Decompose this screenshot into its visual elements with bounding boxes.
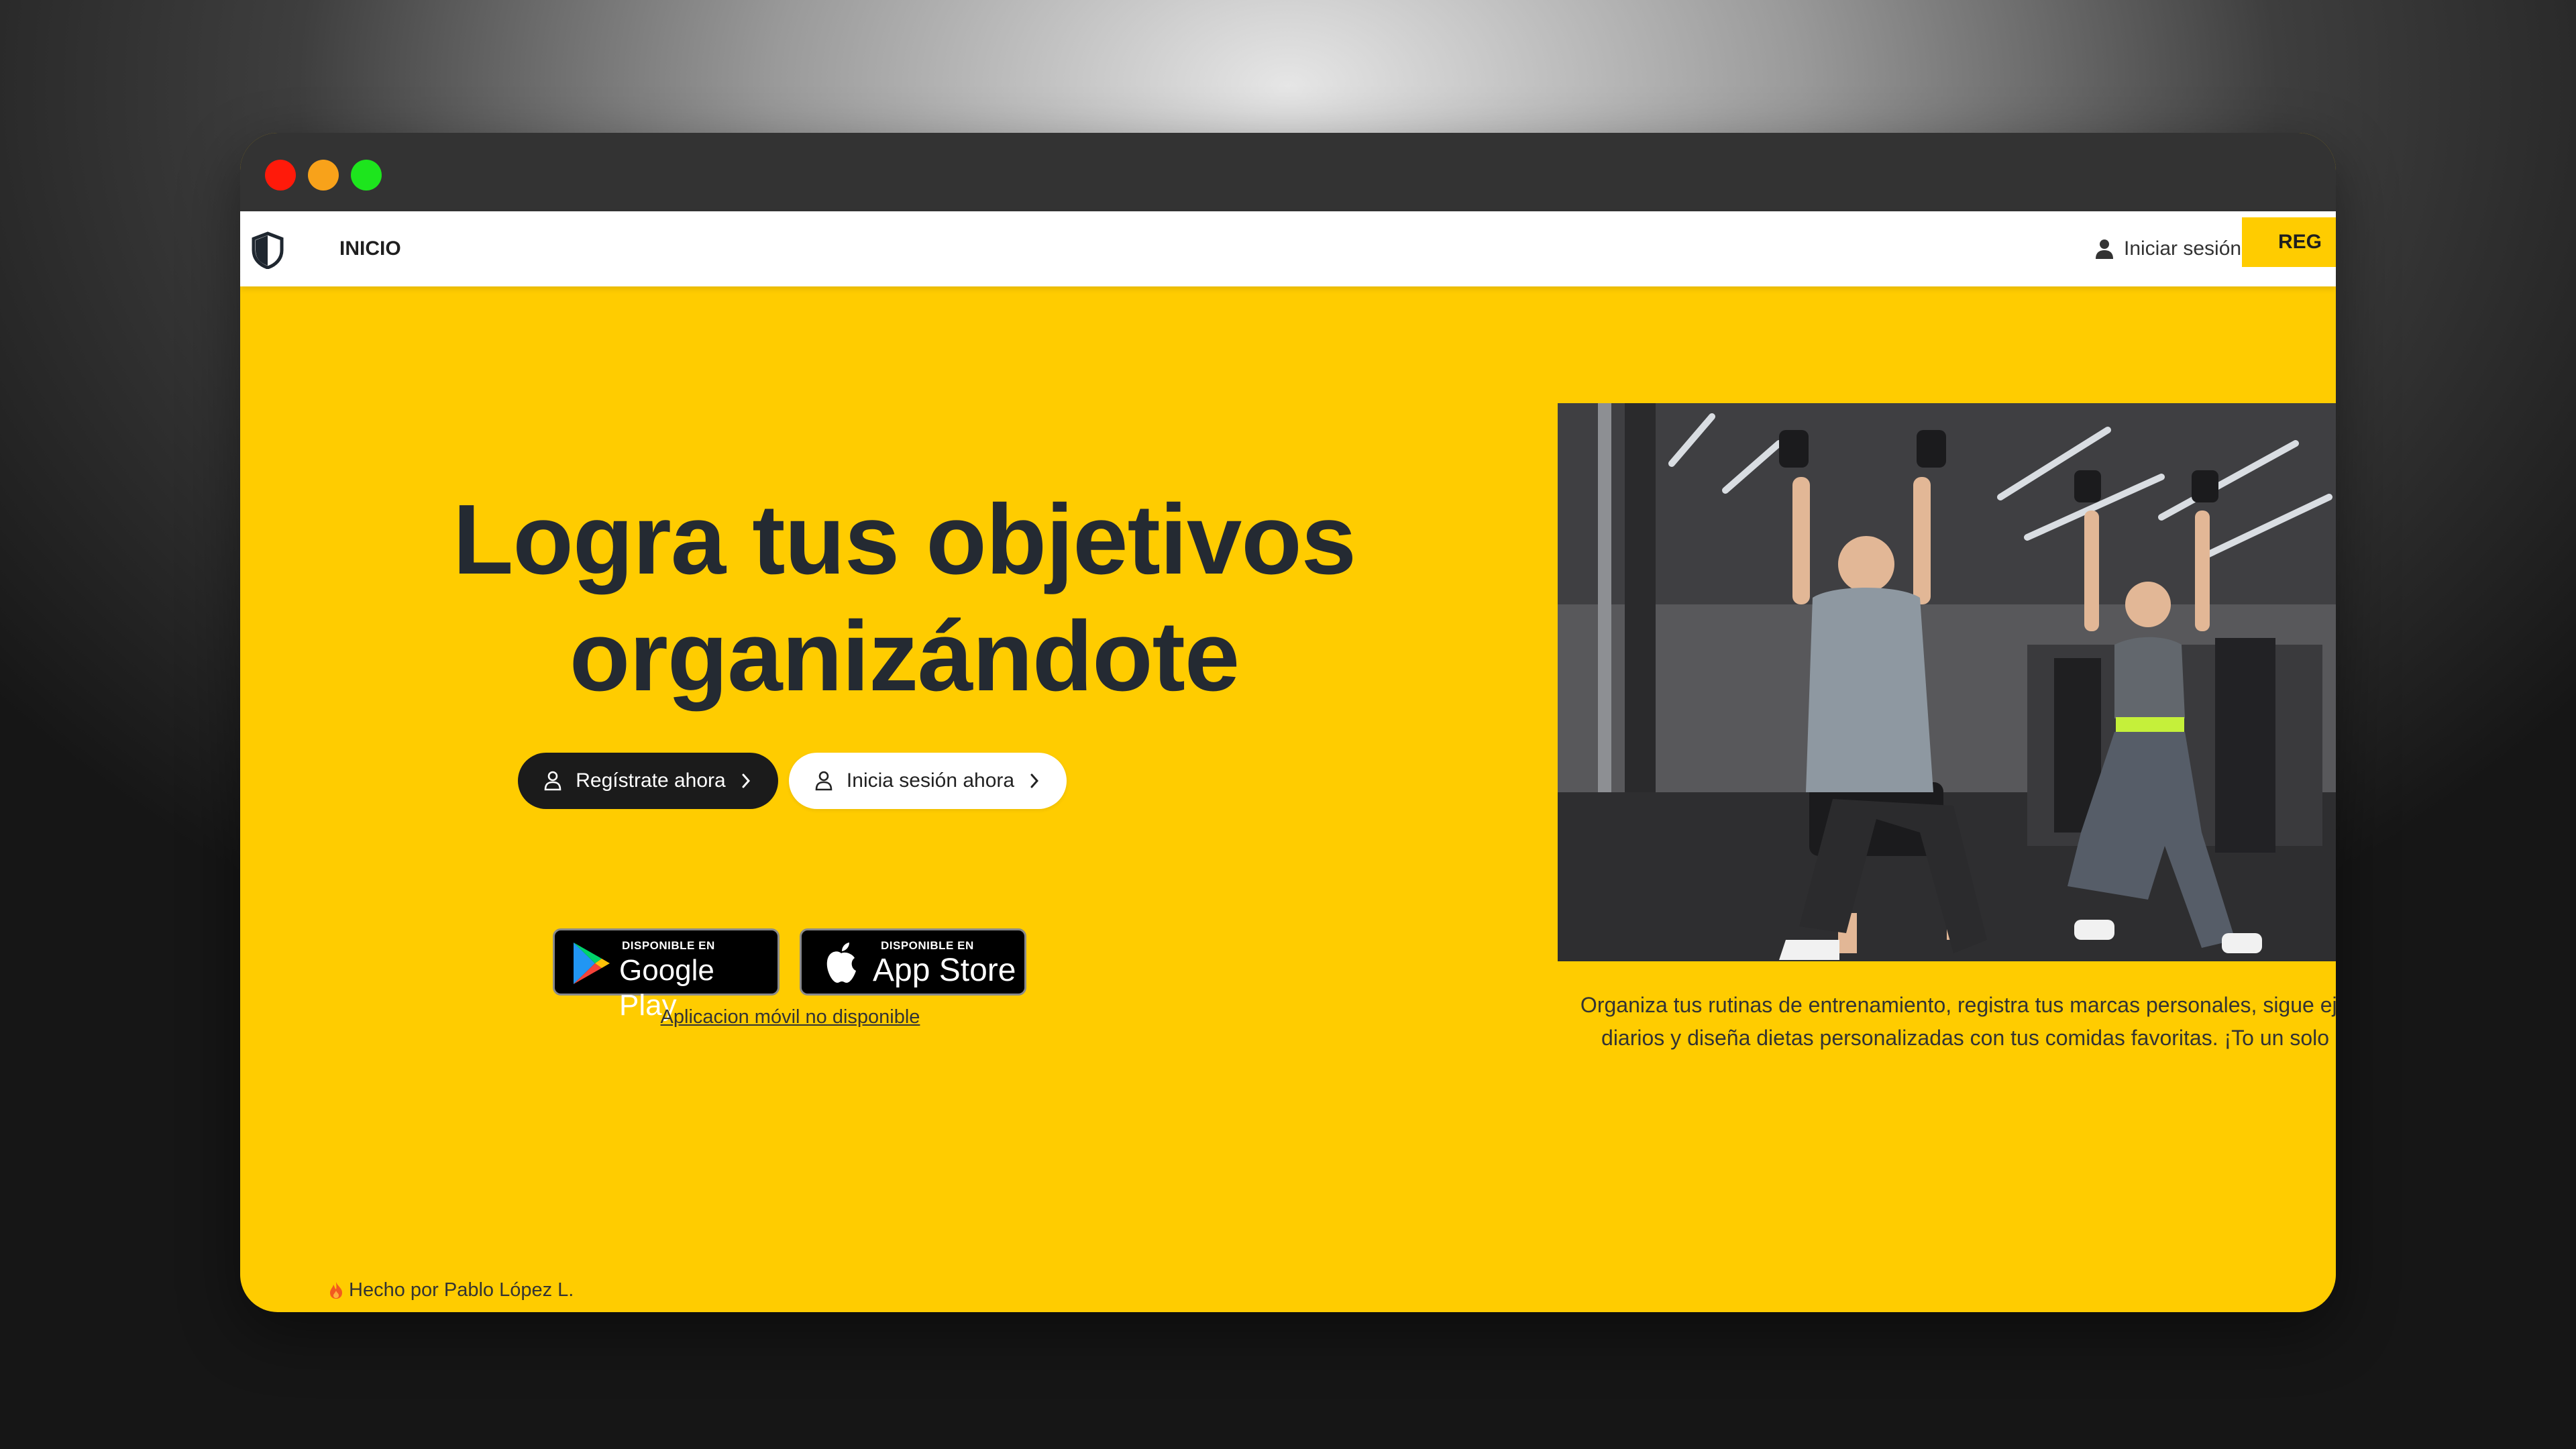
user-outline-icon — [815, 771, 833, 791]
google-play-small-text: DISPONIBLE EN — [622, 939, 715, 952]
app-store-badge[interactable]: DISPONIBLE EN App Store — [800, 928, 1026, 996]
google-play-badge[interactable]: DISPONIBLE EN Google Play — [553, 928, 780, 1022]
login-now-label: Inicia sesión ahora — [846, 769, 1015, 792]
chevron-right-icon — [1030, 773, 1039, 788]
shield-half-icon[interactable] — [250, 231, 285, 270]
hero-description: Organiza tus rutinas de entrenamiento, r… — [1580, 993, 2336, 1050]
login-link-label: Iniciar sesión — [2124, 237, 2242, 260]
footer-text: Hecho por Pablo López L. — [349, 1279, 574, 1301]
navbar: INICIO Iniciar sesión REG — [240, 211, 2336, 286]
mobile-unavailable-link[interactable]: Aplicacion móvil no disponible — [602, 1006, 978, 1028]
maximize-window-button[interactable] — [351, 160, 382, 191]
minimize-window-button[interactable] — [308, 160, 339, 191]
title-bar — [240, 133, 2336, 211]
hero-title-line2: organizándote — [569, 601, 1240, 712]
flame-icon — [330, 1282, 342, 1299]
browser-window: INICIO Iniciar sesión REG Logra tus obje… — [240, 133, 2336, 1312]
chevron-right-icon — [742, 773, 750, 788]
user-outline-icon — [544, 771, 561, 791]
google-play-icon — [574, 943, 610, 984]
register-nav-button[interactable]: REG — [2242, 217, 2336, 267]
app-store-big-text: App Store — [873, 953, 1016, 988]
hero-title: Logra tus objetivos organizándote — [374, 482, 1434, 715]
nav-link-inicio[interactable]: INICIO — [339, 231, 401, 266]
app-store-small-text: DISPONIBLE EN — [881, 939, 974, 952]
register-now-button[interactable]: Regístrate ahora — [518, 753, 778, 809]
login-link[interactable]: Iniciar sesión — [2094, 230, 2241, 268]
footer-credit: Hecho por Pablo López L. — [329, 1277, 574, 1303]
register-now-label: Regístrate ahora — [576, 769, 726, 792]
gym-photo-icon — [1558, 403, 2336, 961]
close-window-button[interactable] — [265, 160, 296, 191]
user-icon — [2096, 239, 2113, 259]
hero-title-line1: Logra tus objetivos — [452, 484, 1356, 595]
apple-icon — [826, 943, 856, 983]
login-now-button[interactable]: Inicia sesión ahora — [789, 753, 1067, 809]
